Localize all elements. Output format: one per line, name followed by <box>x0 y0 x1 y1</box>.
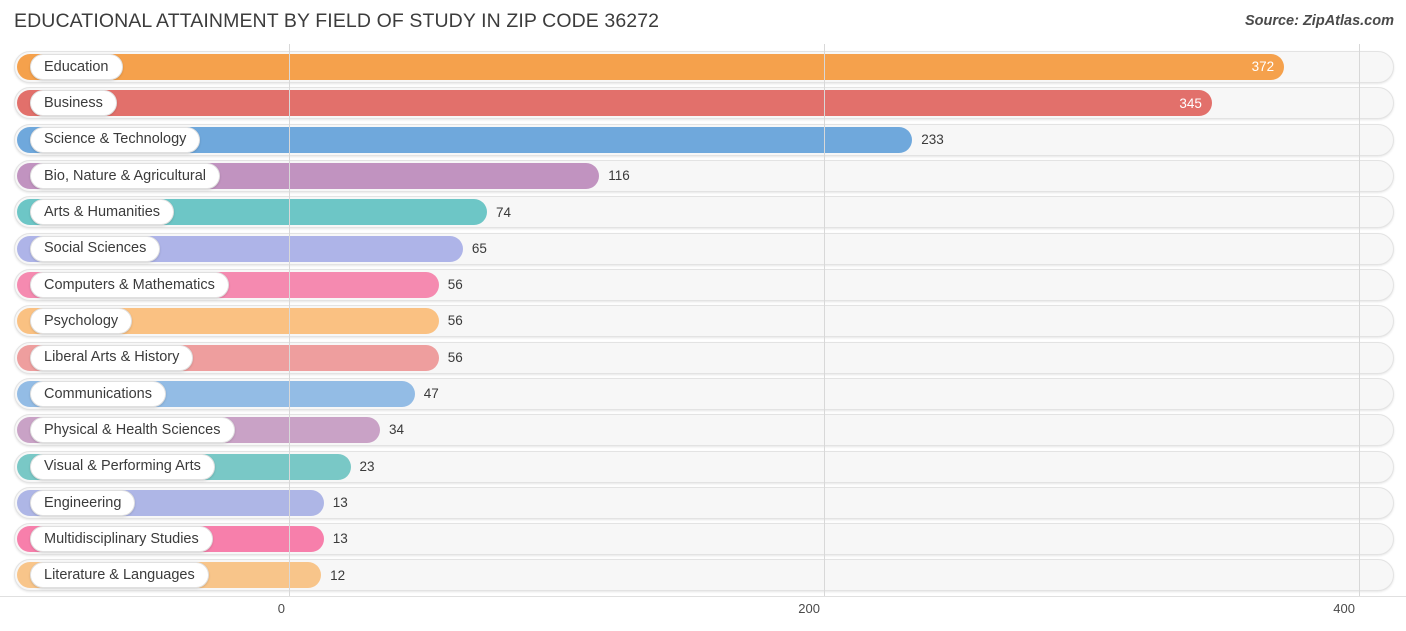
category-label-pill: Arts & Humanities <box>30 199 175 226</box>
category-label-pill: Communications <box>30 380 166 407</box>
category-label-pill: Visual & Performing Arts <box>30 453 215 480</box>
category-label-text: Business <box>44 95 103 112</box>
bar-value-label: 56 <box>447 349 463 365</box>
x-tick-label: 200 <box>798 601 820 616</box>
bar-row[interactable]: Social Sciences 65 <box>14 232 1394 265</box>
category-label-pill: Physical & Health Sciences <box>30 417 235 444</box>
category-label-pill: Business <box>30 90 117 117</box>
category-label-text: Liberal Arts & History <box>44 349 180 366</box>
category-label-text: Literature & Languages <box>44 567 195 584</box>
bar-row[interactable]: Communications 47 <box>14 377 1394 410</box>
category-label-text: Physical & Health Sciences <box>44 421 221 438</box>
bar-value-label: 74 <box>495 204 511 220</box>
bar-row[interactable]: Science & Technology 233 <box>14 123 1394 156</box>
bar-value-label: 13 <box>332 495 348 511</box>
bar-row[interactable]: Visual & Performing Arts 23 <box>14 450 1394 483</box>
category-label-pill: Computers & Mathematics <box>30 271 229 298</box>
category-label-text: Multidisciplinary Studies <box>44 530 199 547</box>
source-attribution: Source: ZipAtlas.com <box>1244 13 1394 29</box>
category-label-text: Communications <box>44 385 152 402</box>
bar-value-label: 372 <box>1251 59 1275 75</box>
bar-value-label: 56 <box>447 277 463 293</box>
bar-row[interactable]: Liberal Arts & History 56 <box>14 341 1394 374</box>
category-label-pill: Bio, Nature & Agricultural <box>30 162 220 189</box>
x-axis: 0 200 400 <box>0 596 1406 631</box>
category-label-pill: Psychology <box>30 308 133 335</box>
bar-row[interactable]: Psychology 56 <box>14 305 1394 338</box>
bar-value-label: 34 <box>388 422 404 438</box>
category-label-text: Education <box>44 58 109 75</box>
category-label-pill: Science & Technology <box>30 126 201 153</box>
bar-value-label: 12 <box>330 567 346 583</box>
x-tick-label: 0 <box>277 601 285 616</box>
page-title: EDUCATIONAL ATTAINMENT BY FIELD OF STUDY… <box>14 10 660 32</box>
category-label-pill: Multidisciplinary Studies <box>30 526 213 553</box>
bar-row[interactable]: Engineering 13 <box>14 486 1394 519</box>
category-label-pill: Literature & Languages <box>30 562 209 589</box>
bar-row[interactable]: Computers & Mathematics 56 <box>14 268 1394 301</box>
bar-value-label: 233 <box>921 131 944 147</box>
chart-header: EDUCATIONAL ATTAINMENT BY FIELD OF STUDY… <box>0 0 1406 44</box>
category-label-text: Social Sciences <box>44 240 147 257</box>
category-label-pill: Liberal Arts & History <box>30 344 194 371</box>
x-tick-label: 400 <box>1333 601 1355 616</box>
category-label-text: Science & Technology <box>44 131 187 148</box>
bar-value-label: 116 <box>608 168 630 184</box>
bar-value-label: 23 <box>359 458 375 474</box>
bar-row[interactable]: Multidisciplinary Studies 13 <box>14 523 1394 556</box>
axis-rule <box>0 596 1406 597</box>
bar-value-label: 47 <box>423 386 439 402</box>
bar-row[interactable]: Business 345 <box>14 87 1394 120</box>
bar-fill <box>17 54 1285 80</box>
chart-plot-area: Education 372 Business 345 Science & Technol… <box>0 44 1406 596</box>
bar-value-label: 56 <box>447 313 463 329</box>
category-label-text: Engineering <box>44 494 122 511</box>
bar-row[interactable]: Education 372 <box>14 51 1394 83</box>
category-label-pill: Engineering <box>30 489 136 516</box>
bar-fill <box>17 90 1212 117</box>
bar-value-label: 13 <box>332 531 348 547</box>
bar-rows: Education 372 Business 345 Science & Technol… <box>0 44 1406 596</box>
category-label-text: Bio, Nature & Agricultural <box>44 167 206 184</box>
bar-value-label: 345 <box>1179 95 1202 111</box>
category-label-text: Psychology <box>44 312 119 329</box>
category-label-text: Computers & Mathematics <box>44 276 215 293</box>
category-label-text: Visual & Performing Arts <box>44 458 201 475</box>
bar-row[interactable]: Bio, Nature & Agricultural 116 <box>14 159 1394 192</box>
bar-value-label: 65 <box>471 240 487 256</box>
category-label-text: Arts & Humanities <box>44 204 161 221</box>
bar-row[interactable]: Physical & Health Sciences 34 <box>14 414 1394 447</box>
bar-row[interactable]: Arts & Humanities 74 <box>14 196 1394 229</box>
category-label-pill: Social Sciences <box>30 235 161 262</box>
bar-row[interactable]: Literature & Languages 12 <box>14 559 1394 592</box>
category-label-pill: Education <box>30 54 123 80</box>
